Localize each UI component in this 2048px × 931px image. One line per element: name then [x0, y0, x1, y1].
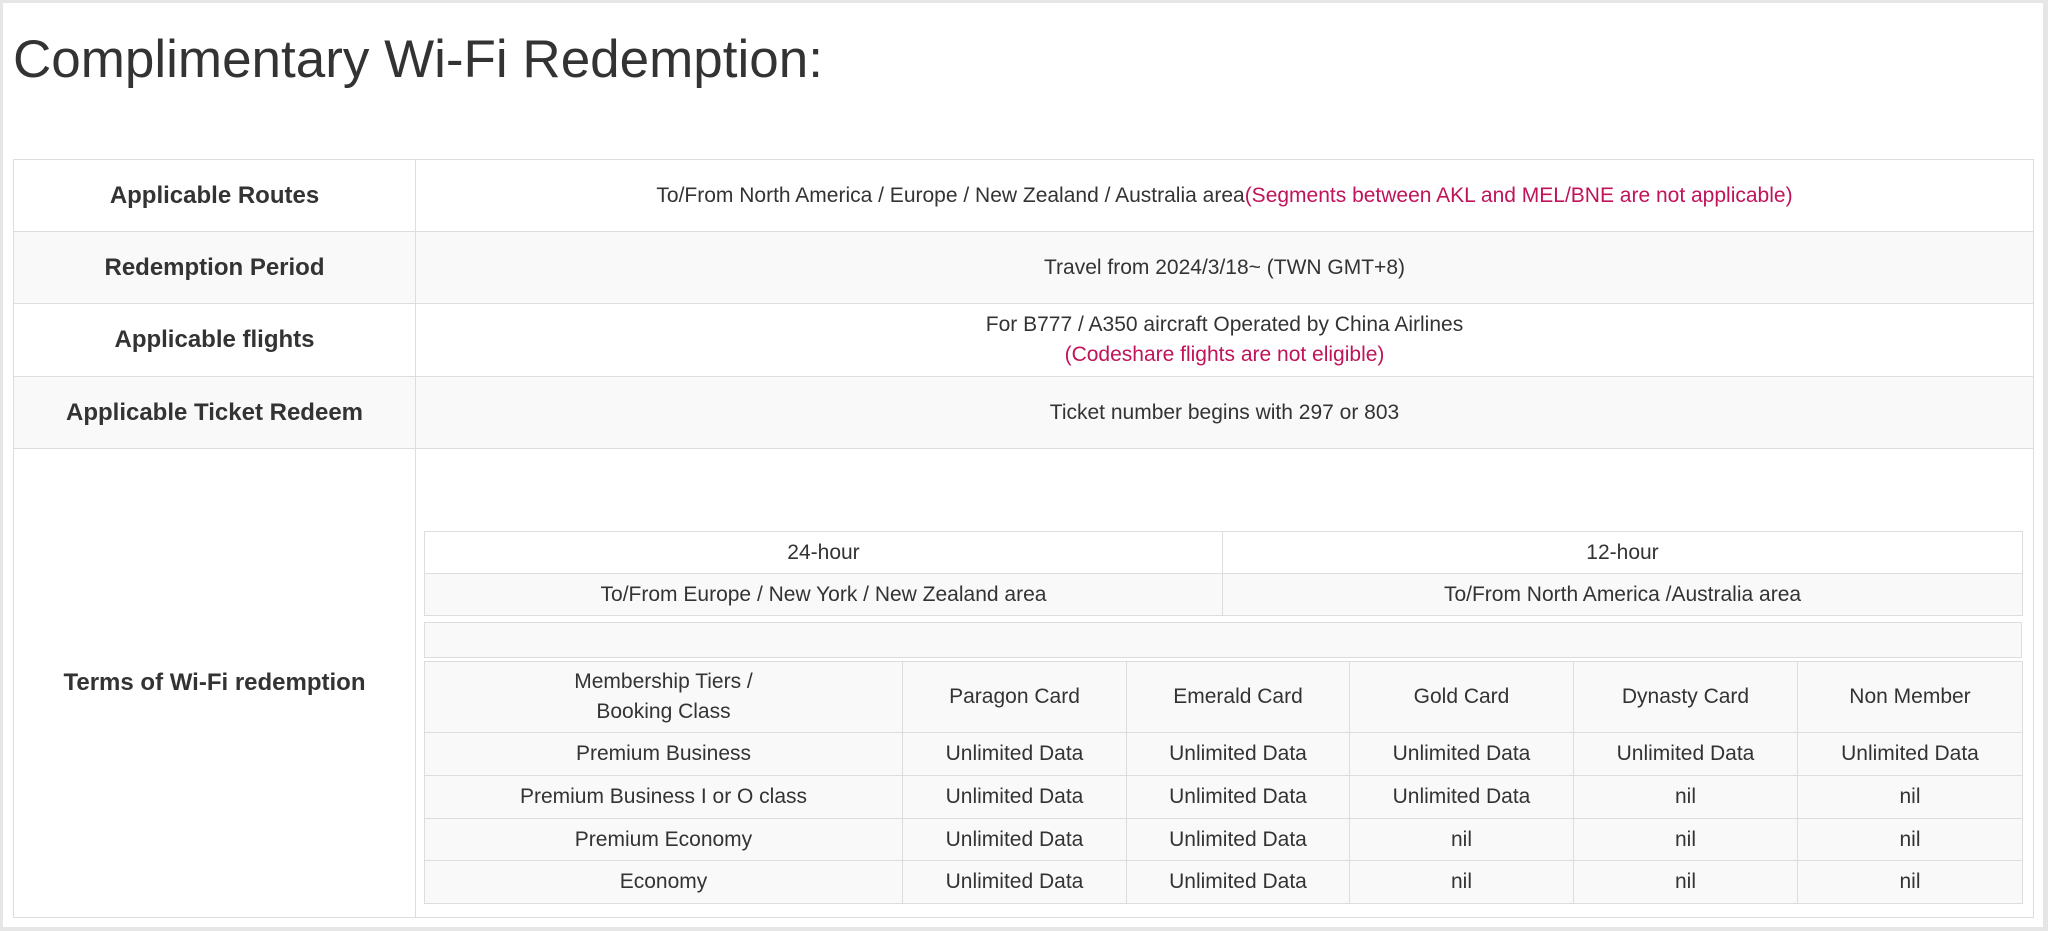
duration-header-row: 24-hour 12-hour	[424, 531, 2023, 574]
table-row: Premium Business Unlimited Data Unlimite…	[424, 732, 2023, 776]
tier-col-non-member: Non Member	[1797, 661, 2023, 733]
tier-cell: Unlimited Data	[1797, 732, 2023, 776]
duration-header-12h: 12-hour	[1222, 531, 2023, 574]
duration-table: 24-hour 12-hour To/From Europe / New Yor…	[424, 531, 2023, 616]
tier-cell: nil	[1573, 860, 1798, 904]
tier-cell: nil	[1573, 818, 1798, 861]
tier-corner-header: Membership Tiers / Booking Class	[424, 661, 903, 733]
tier-col-gold: Gold Card	[1349, 661, 1574, 733]
row-routes: Applicable Routes To/From North America …	[14, 160, 2033, 232]
tier-cell: Unlimited Data	[1573, 732, 1798, 776]
tier-row-class: Economy	[424, 860, 903, 904]
table-row: Economy Unlimited Data Unlimited Data ni…	[424, 860, 2023, 904]
terms-label: Terms of Wi-Fi redemption	[14, 449, 416, 917]
tier-cell: Unlimited Data	[1349, 775, 1574, 819]
tier-cell: nil	[1797, 860, 2023, 904]
duration-area-24h: To/From Europe / New York / New Zealand …	[424, 573, 1223, 616]
tier-corner-line1: Membership Tiers /	[574, 670, 753, 693]
tier-cell: nil	[1797, 818, 2023, 861]
ticket-value: Ticket number begins with 297 or 803	[1049, 400, 1400, 424]
tier-cell: Unlimited Data	[1126, 775, 1350, 819]
tier-corner-line2: Booking Class	[596, 700, 731, 723]
tier-cell: Unlimited Data	[902, 732, 1127, 776]
duration-area-row: To/From Europe / New York / New Zealand …	[424, 573, 2023, 616]
tier-col-paragon: Paragon Card	[902, 661, 1127, 733]
tier-row-class: Premium Business I or O class	[424, 775, 903, 819]
row-period: Redemption Period Travel from 2024/3/18~…	[14, 232, 2033, 304]
tier-cell: Unlimited Data	[1126, 818, 1350, 861]
tier-cell: nil	[1349, 818, 1574, 861]
tier-cell: Unlimited Data	[1126, 860, 1350, 904]
tier-cell: Unlimited Data	[1126, 732, 1350, 776]
table-row: Premium Economy Unlimited Data Unlimited…	[424, 818, 2023, 861]
flights-value: For B777 / A350 aircraft Operated by Chi…	[416, 304, 2033, 376]
tier-cell: Unlimited Data	[902, 775, 1127, 819]
tier-cell: nil	[1573, 775, 1798, 819]
redemption-table: Applicable Routes To/From North America …	[13, 159, 2034, 918]
tier-cell: Unlimited Data	[902, 860, 1127, 904]
tier-col-dynasty: Dynasty Card	[1573, 661, 1798, 733]
flights-note: (Codeshare flights are not eligible)	[1064, 343, 1385, 366]
row-ticket: Applicable Ticket Redeem Ticket number b…	[14, 377, 2033, 449]
page-title: Complimentary Wi-Fi Redemption:	[13, 30, 823, 89]
routes-main: To/From North America / Europe / New Zea…	[656, 183, 1245, 207]
row-flights: Applicable flights For B777 / A350 aircr…	[14, 304, 2033, 377]
flights-label: Applicable flights	[14, 304, 416, 376]
tier-cell: Unlimited Data	[1349, 732, 1574, 776]
tier-row-class: Premium Business	[424, 732, 903, 776]
tier-col-emerald: Emerald Card	[1126, 661, 1350, 733]
duration-header-24h: 24-hour	[424, 531, 1223, 574]
tier-cell: nil	[1349, 860, 1574, 904]
table-spacer	[424, 622, 2022, 658]
routes-label: Applicable Routes	[14, 160, 416, 231]
ticket-label: Applicable Ticket Redeem	[14, 377, 416, 448]
duration-area-12h: To/From North America /Australia area	[1222, 573, 2023, 616]
period-value: Travel from 2024/3/18~ (TWN GMT+8)	[1044, 255, 1405, 279]
tier-header-row: Membership Tiers / Booking Class Paragon…	[424, 661, 2023, 733]
tier-table: Membership Tiers / Booking Class Paragon…	[424, 661, 2023, 904]
table-row: Premium Business I or O class Unlimited …	[424, 775, 2023, 819]
flights-main: For B777 / A350 aircraft Operated by Chi…	[985, 313, 1464, 336]
period-label: Redemption Period	[14, 232, 416, 303]
tier-row-class: Premium Economy	[424, 818, 903, 861]
routes-note: (Segments between AKL and MEL/BNE are no…	[1244, 183, 1793, 207]
routes-text: To/From North America / Europe / New Zea…	[656, 181, 1792, 211]
tier-cell: nil	[1797, 775, 2023, 819]
tier-cell: Unlimited Data	[902, 818, 1127, 861]
page-frame: Complimentary Wi-Fi Redemption: Applicab…	[3, 3, 2043, 927]
routes-value: To/From North America / Europe / New Zea…	[416, 160, 2033, 231]
